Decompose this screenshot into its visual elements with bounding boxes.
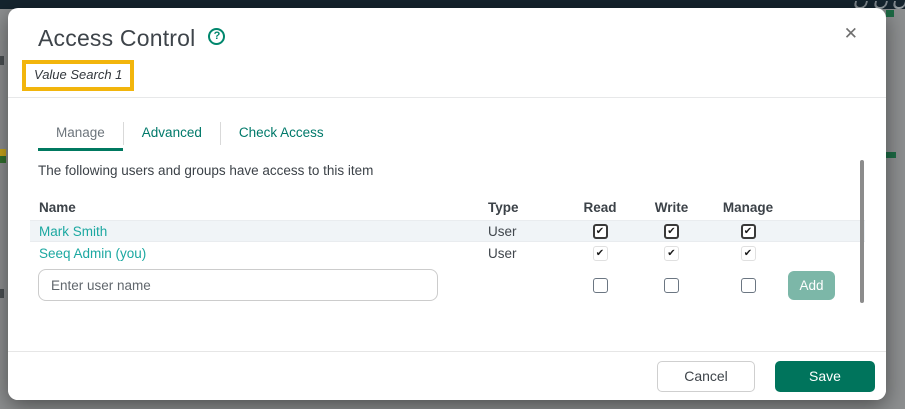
write-checkbox[interactable]: ✔ [664,223,679,239]
divider [8,97,886,98]
write-checkbox: ✔ [664,245,679,261]
table-row: Seeq Admin (you) User ✔ ✔ ✔ [30,242,865,264]
table-row: Mark Smith User ✔ ✔ ✔ [30,220,865,242]
help-icon[interactable]: ? [208,28,226,45]
item-name-highlight: Value Search 1 [22,60,135,91]
item-name: Value Search 1 [34,67,123,82]
tab-manage[interactable]: Manage [38,120,123,151]
add-button[interactable]: Add [788,270,835,300]
access-description: The following users and groups have acce… [38,163,374,178]
scrollbar[interactable] [860,160,864,303]
col-header-manage: Manage [722,199,774,215]
backdrop-artifact [886,10,894,17]
backdrop-artifact [0,56,4,65]
page-title: Access Control [38,25,196,51]
col-header-write: Write [654,199,689,215]
modal-footer: Cancel Save [8,351,886,400]
cancel-button[interactable]: Cancel [657,360,755,392]
access-control-modal: ✕ Access Control ? Value Search 1 Manage… [8,8,886,400]
read-checkbox[interactable] [592,277,608,293]
manage-checkbox: ✔ [740,245,756,261]
user-link[interactable]: Mark Smith [39,224,107,239]
tab-advanced[interactable]: Advanced [124,120,220,151]
permissions-table: Name Type Read Write Manage Mark Smith U… [30,195,865,302]
read-checkbox[interactable]: ✔ [592,223,608,239]
modal-header: Access Control ? [38,25,226,52]
manage-checkbox[interactable] [740,277,756,293]
user-type: User [488,245,517,261]
tab-check-access[interactable]: Check Access [221,120,342,151]
backdrop-artifact [0,289,4,298]
save-button[interactable]: Save [775,360,875,392]
user-link[interactable]: Seeq Admin (you) [39,246,146,261]
col-header-type: Type [488,199,519,215]
user-name-input[interactable] [38,269,438,301]
backdrop-artifact [0,156,6,163]
close-icon[interactable]: ✕ [844,24,858,44]
col-header-name: Name [39,199,76,215]
read-checkbox: ✔ [592,245,608,261]
backdrop-artifact [0,149,6,156]
manage-checkbox[interactable]: ✔ [740,223,756,239]
user-type: User [488,223,517,239]
tab-bar: Manage Advanced Check Access [38,120,342,151]
table-header-row: Name Type Read Write Manage [30,195,865,219]
add-user-row: Add [30,268,865,302]
write-checkbox[interactable] [664,277,679,293]
topbar-artifact-icon [892,1,905,9]
col-header-read: Read [583,199,617,215]
backdrop-artifact [886,152,896,158]
